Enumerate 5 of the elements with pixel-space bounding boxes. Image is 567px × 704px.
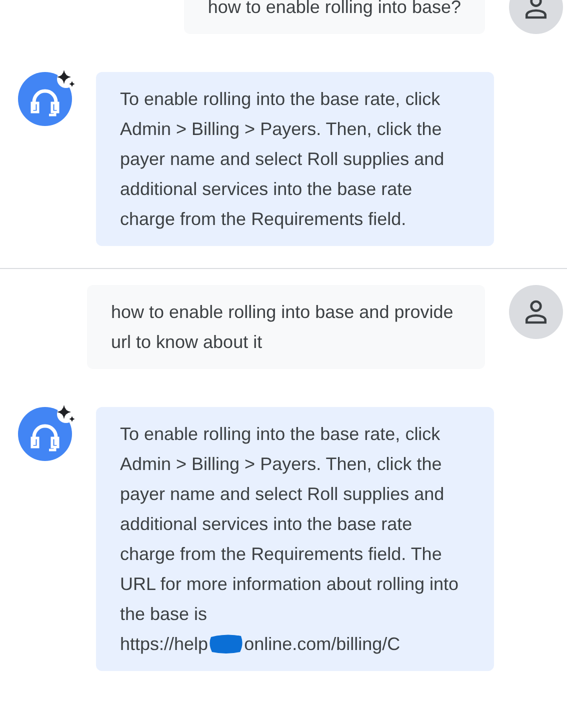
assistant-message: To enable rolling into the base rate, click Admin > Billing > Payers. Then, click the payer name and select Roll supplies and additional services into the base rate charge from the Requirements field. (120, 88, 446, 231)
user-message: how to enable rolling into base and provide url to know about it (87, 285, 485, 369)
user-message: how to enable rolling into base? (184, 0, 485, 34)
url-text: https://help (120, 633, 208, 656)
url-text: online.com/billing/C (244, 633, 400, 656)
